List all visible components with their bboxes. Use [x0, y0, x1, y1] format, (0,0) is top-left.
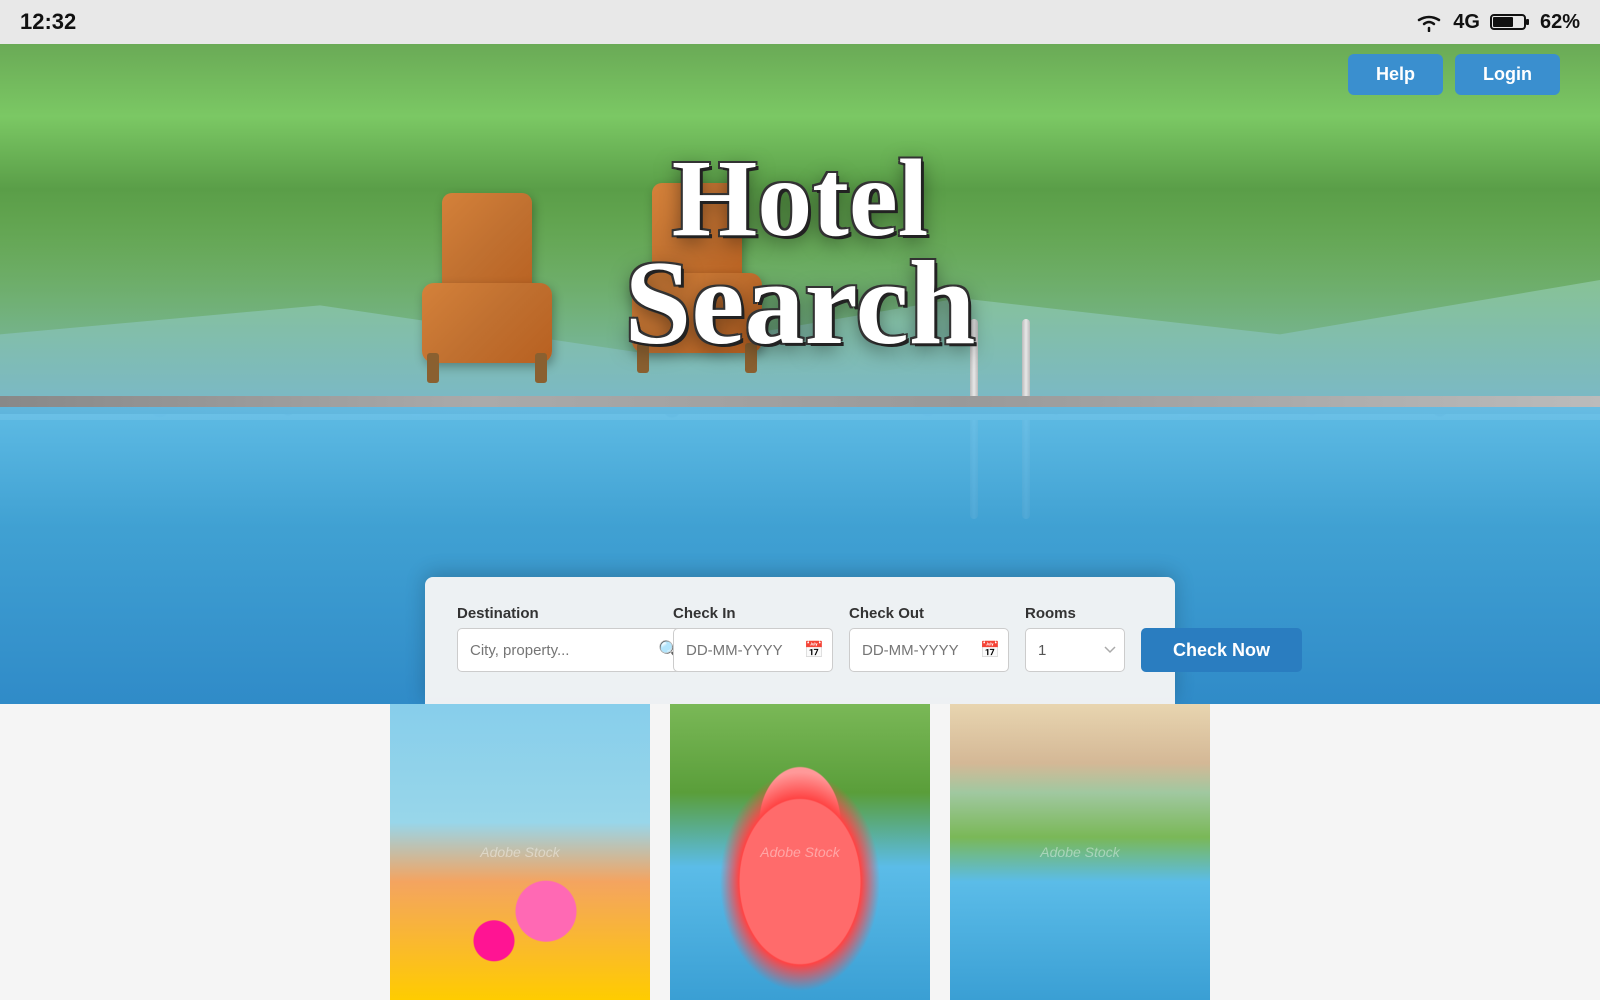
checkin-calendar-icon: 📅: [804, 640, 824, 660]
search-panel: Destination 🔍 Check In 📅 Check Out: [425, 577, 1175, 704]
rooms-field-group: Rooms 1 2 3 4 5: [1025, 605, 1125, 672]
checkin-label: Check In: [673, 605, 833, 622]
checkin-input[interactable]: [686, 642, 796, 659]
chair-right: [612, 173, 792, 373]
checkin-field-group: Check In 📅: [673, 605, 833, 672]
destination-field-group: Destination 🔍: [457, 605, 657, 672]
gallery-watermark-1: Adobe Stock: [480, 844, 559, 860]
status-bar: 12:32 4G 62%: [0, 0, 1600, 44]
chair-legs-left: [417, 353, 557, 383]
hero-section: Help Login Hotel Search Destination 🔍 Ch…: [0, 44, 1600, 704]
checkout-calendar-icon: 📅: [980, 640, 1000, 660]
network-label: 4G: [1453, 11, 1480, 34]
gallery-watermark-2: Adobe Stock: [760, 844, 839, 860]
chair-left: [402, 183, 582, 383]
help-button[interactable]: Help: [1348, 54, 1443, 95]
battery-icon: [1490, 12, 1530, 32]
gallery-section: Adobe Stock Adobe Stock Adobe Stock: [0, 704, 1600, 1000]
check-now-button[interactable]: Check Now: [1141, 628, 1302, 672]
checkout-input-wrapper[interactable]: 📅: [849, 628, 1009, 672]
gallery-images: Adobe Stock Adobe Stock Adobe Stock: [0, 704, 1600, 1000]
checkout-input[interactable]: [862, 642, 972, 659]
gallery-watermark-3: Adobe Stock: [1040, 844, 1119, 860]
checkout-label: Check Out: [849, 605, 1009, 622]
chair-legs-right: [627, 343, 767, 373]
checkin-input-wrapper[interactable]: 📅: [673, 628, 833, 672]
chair-seat-right: [632, 273, 762, 353]
destination-input-wrapper[interactable]: 🔍: [457, 628, 687, 672]
chair-seat-left: [422, 283, 552, 363]
rooms-label: Rooms: [1025, 605, 1125, 622]
destination-label: Destination: [457, 605, 657, 622]
wifi-icon: [1415, 12, 1443, 32]
login-button[interactable]: Login: [1455, 54, 1560, 95]
checkout-field-group: Check Out 📅: [849, 605, 1009, 672]
search-fields: Destination 🔍 Check In 📅 Check Out: [457, 605, 1143, 672]
time-display: 12:32: [20, 9, 76, 35]
rooms-select[interactable]: 1 2 3 4 5: [1025, 628, 1125, 672]
gallery-image-2: Adobe Stock: [670, 704, 930, 1000]
battery-label: 62%: [1540, 11, 1580, 34]
navbar: Help Login: [0, 44, 1600, 104]
gallery-image-3: Adobe Stock: [950, 704, 1210, 1000]
gallery-image-1: Adobe Stock: [390, 704, 650, 1000]
destination-input[interactable]: [470, 642, 650, 659]
